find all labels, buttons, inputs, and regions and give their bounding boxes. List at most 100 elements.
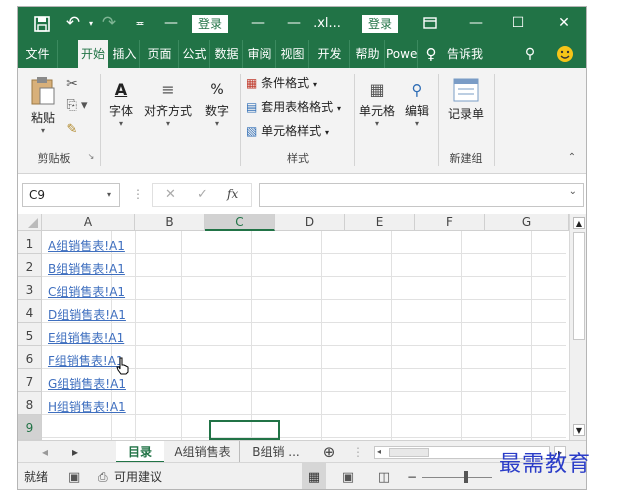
format-as-table-button[interactable]: ▤ 套用表格格式 ▾ (246, 98, 341, 115)
number-button[interactable]: % 数字 ▾ (202, 78, 232, 129)
conditional-format-button[interactable]: ▦ 条件格式 ▾ (246, 74, 317, 91)
sheet-tab-toc[interactable]: 目录 (116, 441, 164, 463)
accessibility-icon[interactable]: ⎙ (98, 463, 108, 489)
form-button[interactable]: 记录单 (444, 78, 488, 122)
font-label: 字体 (108, 104, 133, 118)
row-header[interactable]: 7 (18, 369, 42, 392)
expand-formula-icon[interactable]: ⌄ (569, 186, 577, 197)
sheet-tab-a[interactable]: A组销售表 (166, 441, 240, 463)
vertical-scrollbar[interactable]: ▲ ▼ (569, 214, 586, 440)
share-icon[interactable]: ⚲ (518, 40, 542, 68)
insert-function-icon[interactable]: fx (227, 187, 238, 201)
page-break-view-icon[interactable]: ◫ (374, 463, 394, 489)
hyperlink-cell[interactable]: H组销售表!A1 (48, 392, 126, 415)
row-header[interactable]: 1 (18, 231, 42, 254)
tab-formulas[interactable]: 公式 (180, 40, 210, 68)
editing-button[interactable]: ⚲ 编辑 ▾ (402, 78, 432, 129)
font-button[interactable]: A 字体 ▾ (106, 78, 136, 129)
select-all-corner[interactable] (18, 214, 42, 231)
column-header[interactable]: G (485, 214, 569, 231)
scroll-up-icon[interactable]: ▲ (573, 217, 585, 229)
enter-icon[interactable]: ✓ (197, 187, 208, 202)
column-header[interactable]: F (415, 214, 485, 231)
paste-button[interactable]: 粘贴 ▾ (26, 76, 60, 136)
name-box[interactable]: C9 ▾ (22, 183, 120, 207)
row-header[interactable]: 2 (18, 254, 42, 277)
column-header[interactable]: B (135, 214, 205, 231)
scroll-left-icon[interactable]: ◂ (377, 447, 381, 456)
accessibility-label[interactable]: 可用建议 (114, 463, 162, 489)
tab-insert[interactable]: 插入 (110, 40, 140, 68)
group-separator (494, 74, 495, 166)
row-header[interactable]: 6 (18, 346, 42, 369)
macro-record-icon[interactable]: ▣ (68, 463, 80, 489)
cell-styles-button[interactable]: ▧ 单元格样式 ▾ (246, 122, 329, 139)
chevron-down-icon[interactable]: ▾ (107, 184, 111, 206)
minimize-button[interactable]: — (466, 7, 486, 40)
add-sheet-icon[interactable]: ⊕ (320, 441, 338, 463)
hyperlink-cell[interactable]: G组销售表!A1 (48, 369, 126, 392)
tell-me-search[interactable]: 告诉我 (440, 40, 490, 68)
row-header[interactable]: 4 (18, 300, 42, 323)
zoom-out-button[interactable]: − (406, 463, 418, 489)
column-header[interactable]: D (275, 214, 345, 231)
hyperlink-cell[interactable]: F组销售表!A1 (48, 346, 124, 369)
tab-prev-icon[interactable]: ◂ (38, 441, 52, 463)
collapse-ribbon-icon[interactable]: ⌃ (566, 152, 578, 163)
formula-input[interactable]: ⌄ (259, 183, 584, 207)
dialog-launcher-icon[interactable]: ↘ (86, 152, 96, 161)
hyperlink-cell[interactable]: D组销售表!A1 (48, 300, 126, 323)
sheet-tab-b[interactable]: B组销 ... (244, 441, 308, 463)
row-header[interactable]: 8 (18, 392, 42, 415)
ribbon-tabs: 文件 开始 插入 页面 公式 数据 审阅 视图 开发 帮助 Powe ♀ 告诉我… (18, 40, 586, 68)
search-icon: ⚲ (411, 81, 423, 99)
redo-icon[interactable]: ↷ (98, 7, 120, 40)
format-painter-icon[interactable]: ✎ (64, 122, 80, 137)
tab-next-icon[interactable]: ▸ (68, 441, 82, 463)
tab-page-layout[interactable]: 页面 (141, 40, 179, 68)
column-header-selected[interactable]: C (205, 214, 275, 231)
cells-icon: ▦ (369, 80, 385, 99)
hyperlink-cell[interactable]: B组销售表!A1 (48, 254, 125, 277)
tab-view[interactable]: 视图 (277, 40, 309, 68)
zoom-slider-thumb[interactable] (464, 471, 468, 483)
smiley-icon[interactable] (553, 40, 577, 68)
column-header[interactable]: E (345, 214, 415, 231)
tab-data[interactable]: 数据 (211, 40, 243, 68)
hyperlink-cell[interactable]: A组销售表!A1 (48, 231, 125, 254)
tab-review[interactable]: 审阅 (244, 40, 276, 68)
ribbon-display-icon[interactable] (422, 7, 438, 40)
alignment-button[interactable]: ≡ 对齐方式 ▾ (142, 78, 194, 129)
tab-developer[interactable]: 开发 (310, 40, 350, 68)
hyperlink-cell[interactable]: C组销售表!A1 (48, 277, 125, 300)
paste-label: 粘贴 (30, 111, 55, 125)
normal-view-icon[interactable]: ▦ (302, 463, 326, 489)
row-header-selected[interactable]: 9 (18, 415, 42, 440)
maximize-button[interactable]: ☐ (508, 7, 528, 40)
active-cell[interactable] (209, 420, 280, 440)
scroll-thumb[interactable] (573, 232, 585, 340)
customize-qat-icon[interactable]: ≖ (134, 7, 146, 40)
save-icon[interactable] (32, 7, 52, 40)
hyperlink-cell[interactable]: E组销售表!A1 (48, 323, 124, 346)
column-header[interactable]: A (42, 214, 135, 231)
hscroll-thumb[interactable] (389, 448, 429, 457)
zoom-slider-track[interactable] (422, 477, 492, 478)
page-layout-view-icon[interactable]: ▣ (338, 463, 358, 489)
row-header[interactable]: 3 (18, 277, 42, 300)
undo-dropdown-icon[interactable]: ▾ (86, 7, 96, 40)
row-header[interactable]: 5 (18, 323, 42, 346)
tab-file[interactable]: 文件 (18, 40, 58, 68)
cut-icon[interactable]: ✂ (64, 76, 80, 92)
login-button[interactable]: 登录 (192, 15, 229, 33)
close-button[interactable]: ✕ (554, 7, 574, 40)
cells-button[interactable]: ▦ 单元格 ▾ (358, 78, 396, 129)
scroll-down-icon[interactable]: ▼ (573, 424, 585, 436)
copy-icon[interactable]: ⎘ ▾ (64, 98, 90, 113)
tab-home[interactable]: 开始 (78, 40, 108, 68)
undo-icon[interactable]: ↶ (62, 7, 84, 40)
tab-power[interactable]: Powe (386, 40, 418, 68)
cancel-icon[interactable]: ✕ (165, 187, 176, 202)
tab-help[interactable]: 帮助 (351, 40, 385, 68)
login-button-2[interactable]: 登录 (362, 15, 399, 33)
